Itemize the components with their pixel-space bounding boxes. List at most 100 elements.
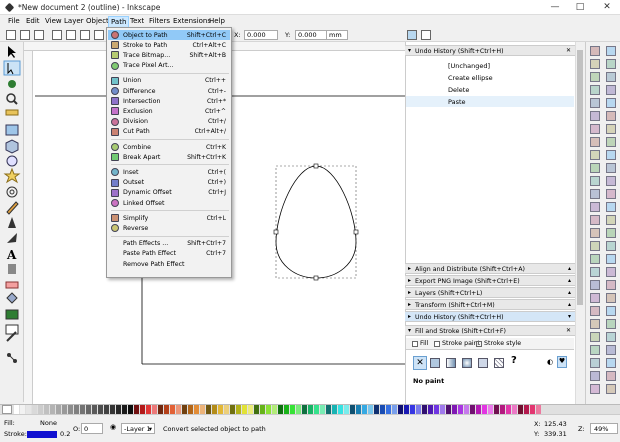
export-icon[interactable] (606, 72, 616, 82)
color-swatch[interactable] (260, 405, 265, 414)
color-swatch[interactable] (56, 405, 61, 414)
color-swatch[interactable] (20, 405, 25, 414)
color-swatch[interactable] (374, 405, 379, 414)
group-icon[interactable] (606, 150, 616, 160)
menu-text[interactable]: Text (128, 17, 146, 25)
color-swatch[interactable] (392, 405, 397, 414)
color-swatch[interactable] (170, 405, 175, 414)
dock-menu-icon[interactable]: ▾ (568, 313, 571, 320)
flip-horizontal-icon[interactable] (80, 30, 90, 40)
history-item-selected[interactable] (406, 96, 574, 107)
color-swatch[interactable] (176, 405, 181, 414)
new-doc-icon[interactable] (606, 202, 616, 212)
pencil-tool-icon[interactable] (6, 201, 19, 215)
color-swatch[interactable] (536, 405, 541, 414)
text-font-icon[interactable] (590, 176, 600, 186)
paint-bucket-tool-icon[interactable] (6, 292, 18, 304)
preferences-icon[interactable] (590, 202, 600, 212)
color-swatch[interactable] (524, 405, 529, 414)
color-swatch[interactable] (470, 405, 475, 414)
color-swatch[interactable] (296, 405, 301, 414)
color-swatch[interactable] (128, 405, 133, 414)
ellipse-tool-icon[interactable] (6, 155, 18, 167)
fill-value[interactable]: None (40, 419, 57, 427)
dock-menu-icon[interactable]: ▴ (568, 289, 571, 296)
pattern-button[interactable] (494, 358, 504, 368)
color-swatch[interactable] (14, 405, 19, 414)
close-icon[interactable]: ✕ (566, 327, 571, 334)
color-swatch[interactable] (86, 405, 91, 414)
opacity-field[interactable]: 0 (81, 423, 103, 434)
undo-history-header[interactable]: ▸ Undo History (Shift+Ctrl+H) ▾ (405, 311, 575, 322)
color-swatch[interactable] (410, 405, 415, 414)
menu-item-outset[interactable]: Outset Ctrl+) (108, 178, 230, 188)
no-color-swatch[interactable] (2, 405, 12, 414)
color-swatch[interactable] (332, 405, 337, 414)
ungroup-icon[interactable] (606, 319, 616, 329)
menu-item-object-to-path[interactable]: Object to Path Shift+Ctrl+C (108, 30, 230, 40)
pen-tool-icon[interactable] (8, 217, 16, 228)
color-swatch[interactable] (272, 405, 277, 414)
xml-editor-icon[interactable] (590, 358, 600, 368)
text-tool-icon[interactable]: A (6, 248, 17, 262)
color-swatch[interactable] (254, 405, 259, 414)
layers-icon[interactable] (606, 176, 616, 186)
color-swatch[interactable] (248, 405, 253, 414)
dock-menu-icon[interactable]: ▴ (568, 301, 571, 308)
unset-paint-button[interactable]: ? (511, 355, 517, 366)
color-swatch[interactable] (50, 405, 55, 414)
export-png-header[interactable]: ▸ Export PNG Image (Shift+Ctrl+E) ▴ (405, 275, 575, 286)
undo-icon[interactable] (590, 85, 600, 95)
color-swatch[interactable] (182, 405, 187, 414)
color-swatch[interactable] (278, 405, 283, 414)
color-swatch[interactable] (224, 405, 229, 414)
color-swatch[interactable] (464, 405, 469, 414)
color-swatch[interactable] (236, 405, 241, 414)
color-swatch[interactable] (404, 405, 409, 414)
save-icon[interactable] (590, 384, 600, 394)
open-icon[interactable] (606, 371, 616, 381)
menu-item-remove-path-effect[interactable]: Remove Path Effect (108, 259, 230, 269)
paste-icon[interactable] (590, 111, 600, 121)
menu-item-simplify[interactable]: Simplify Ctrl+L (108, 213, 230, 223)
color-swatch[interactable] (164, 405, 169, 414)
color-swatch[interactable] (290, 405, 295, 414)
connector-tool-icon[interactable] (7, 353, 17, 363)
spiral-tool-icon[interactable] (6, 186, 18, 198)
menu-filters[interactable]: Filters (147, 17, 172, 25)
stroke-swatch[interactable] (27, 431, 57, 438)
color-swatch[interactable] (284, 405, 289, 414)
color-swatch[interactable] (452, 405, 457, 414)
print-icon[interactable] (590, 228, 600, 238)
color-swatch[interactable] (74, 405, 79, 414)
color-swatch[interactable] (350, 405, 355, 414)
color-swatch[interactable] (26, 405, 31, 414)
eraser-tool-icon[interactable] (5, 281, 19, 289)
color-swatch[interactable] (446, 405, 451, 414)
color-swatch[interactable] (122, 405, 127, 414)
color-swatch[interactable] (440, 405, 445, 414)
menu-item-reverse[interactable]: Reverse (108, 223, 230, 233)
egg-shape[interactable] (275, 165, 357, 279)
layers-icon[interactable] (590, 345, 600, 355)
color-swatch[interactable] (416, 405, 421, 414)
color-swatch[interactable] (98, 405, 103, 414)
group-icon[interactable] (590, 319, 600, 329)
fill-rule-evenodd-icon[interactable]: ◐ (547, 358, 553, 366)
zoom-drawing-icon[interactable] (606, 280, 616, 290)
duplicate-icon[interactable] (606, 293, 616, 303)
color-swatch[interactable] (32, 405, 37, 414)
snap-toggle-icon[interactable] (407, 30, 417, 40)
undo-history-header-top[interactable]: ▾ Undo History (Shift+Ctrl+H) ✕ (405, 45, 575, 56)
menu-view[interactable]: View (43, 17, 64, 25)
new-doc-icon[interactable] (590, 46, 600, 56)
rotate-cw-icon[interactable] (66, 30, 76, 40)
layers-header[interactable]: ▸ Layers (Shift+Ctrl+L) ▴ (405, 287, 575, 298)
paste-icon[interactable] (606, 267, 616, 277)
menu-item-exclusion[interactable]: Exclusion Ctrl+^ (108, 106, 230, 116)
history-item[interactable]: Delete (448, 86, 469, 94)
dropper-tool-icon[interactable] (6, 331, 17, 342)
fill-rule-nonzero-icon[interactable]: ♥ (557, 356, 567, 368)
zoom-field[interactable]: 49% (590, 423, 618, 434)
color-swatch[interactable] (530, 405, 535, 414)
